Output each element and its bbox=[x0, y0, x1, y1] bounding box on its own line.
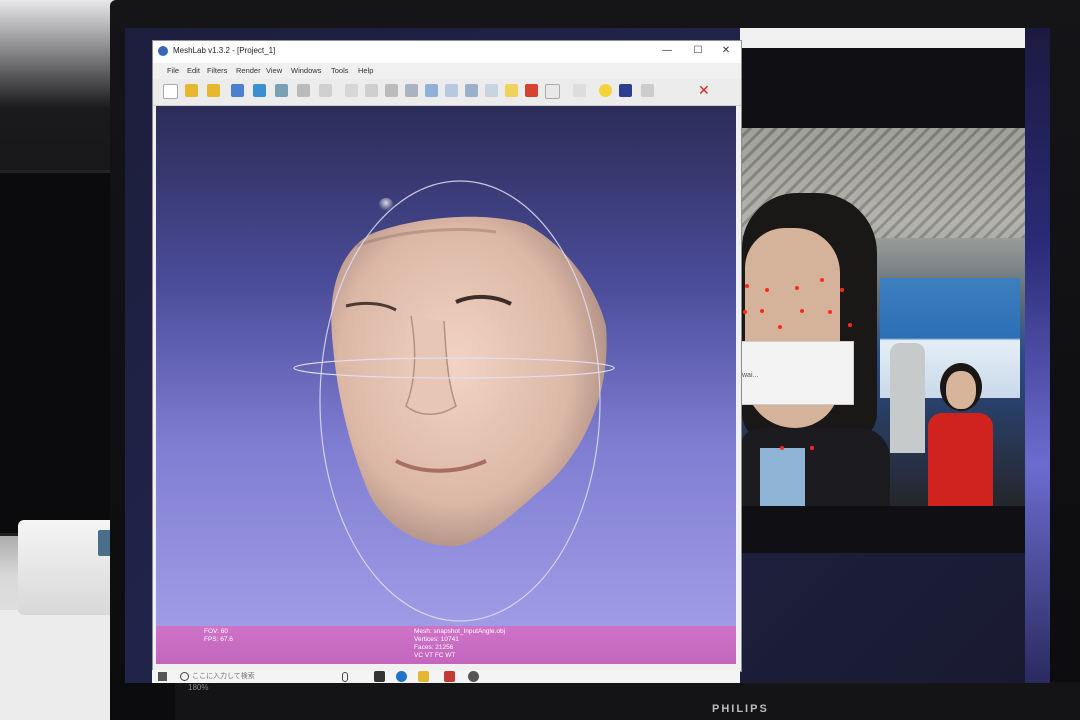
landmark-dot bbox=[765, 288, 769, 292]
close-button[interactable]: ✕ bbox=[717, 44, 735, 58]
monitor-bottom-bezel bbox=[175, 682, 1080, 720]
monitor-screen: wai... MeshLab v1.3.2 - [Project_1] — ☐ … bbox=[125, 28, 1050, 683]
menu-filters[interactable]: Filters bbox=[207, 66, 227, 75]
landmark-dot bbox=[795, 286, 799, 290]
subject-shirt bbox=[760, 448, 805, 506]
bbox-icon[interactable] bbox=[345, 84, 358, 97]
paint-icon[interactable] bbox=[619, 84, 632, 97]
landmark-dot bbox=[743, 310, 747, 314]
landmark-dot bbox=[840, 288, 844, 292]
toolbar: ✕ bbox=[153, 79, 741, 106]
reload-icon[interactable] bbox=[231, 84, 244, 97]
select-faces-icon[interactable] bbox=[545, 84, 560, 99]
camera-preview bbox=[740, 128, 1025, 506]
wireframe-icon[interactable] bbox=[385, 84, 398, 97]
menu-windows[interactable]: Windows bbox=[291, 66, 321, 75]
landmark-dot bbox=[820, 278, 824, 282]
search-icon[interactable] bbox=[180, 672, 189, 681]
landmark-dot bbox=[778, 325, 782, 329]
landmark-dot bbox=[745, 284, 749, 288]
landmark-dot bbox=[828, 310, 832, 314]
progress-dialog[interactable]: wai... bbox=[737, 341, 854, 405]
align-icon[interactable] bbox=[641, 84, 654, 97]
edge-browser-icon[interactable] bbox=[396, 671, 407, 682]
file-explorer-icon[interactable] bbox=[418, 671, 429, 682]
mesh-name-label: Mesh: snapshot_InputAngle.obj bbox=[414, 628, 506, 635]
lighting-icon[interactable] bbox=[485, 84, 498, 97]
faces-label: Faces: 21256 bbox=[414, 644, 454, 651]
menu-edit[interactable]: Edit bbox=[187, 66, 200, 75]
menu-help[interactable]: Help bbox=[358, 66, 373, 75]
menu-view[interactable]: View bbox=[266, 66, 282, 75]
delete-icon[interactable]: ✕ bbox=[698, 83, 711, 97]
info-bar: FOV: 60 FPS: 67.6 Mesh: snapshot_InputAn… bbox=[156, 626, 736, 664]
vertices-label: Vertices: 10741 bbox=[414, 636, 459, 643]
window-title: MeshLab v1.3.2 - [Project_1] bbox=[173, 46, 276, 55]
texture-icon[interactable] bbox=[465, 84, 478, 97]
windows-start-icon[interactable] bbox=[158, 672, 167, 681]
viewport-canvas[interactable] bbox=[156, 106, 736, 626]
taskbar-search-input[interactable] bbox=[192, 671, 332, 682]
meshlab-window: MeshLab v1.3.2 - [Project_1] — ☐ ✕ File … bbox=[152, 40, 742, 672]
task-view-icon[interactable] bbox=[374, 671, 385, 682]
menu-bar: File Edit Filters Render View Windows To… bbox=[153, 63, 741, 79]
maximize-button[interactable]: ☐ bbox=[689, 44, 707, 58]
landmark-dot bbox=[810, 446, 814, 450]
new-project-icon[interactable] bbox=[163, 84, 178, 99]
3d-viewport[interactable] bbox=[156, 106, 736, 626]
desktop-wallpaper-strip bbox=[1025, 28, 1050, 683]
dialog-text: wai... bbox=[742, 372, 759, 379]
render-flags-label: VC VT FC WT bbox=[414, 652, 456, 659]
snapshot-icon[interactable] bbox=[275, 84, 288, 97]
landmark-dot bbox=[848, 323, 852, 327]
minimize-button[interactable]: — bbox=[658, 44, 676, 58]
meshlab-taskbar-icon[interactable] bbox=[468, 671, 479, 682]
import-mesh-icon[interactable] bbox=[207, 84, 220, 97]
bezel-tag: 180% bbox=[188, 683, 209, 692]
annotation-icon[interactable] bbox=[599, 84, 612, 97]
menu-file[interactable]: File bbox=[167, 66, 179, 75]
woman-in-red bbox=[928, 363, 993, 506]
open-project-icon[interactable] bbox=[185, 84, 198, 97]
taskbar bbox=[152, 670, 740, 683]
menu-render[interactable]: Render bbox=[236, 66, 261, 75]
background-window-titlebar bbox=[740, 28, 1040, 48]
measure-icon[interactable] bbox=[573, 84, 586, 97]
points-icon[interactable] bbox=[365, 84, 378, 97]
color-icon[interactable] bbox=[525, 84, 538, 97]
microphone-icon[interactable] bbox=[342, 672, 348, 682]
ceiling-light-reflection bbox=[378, 198, 394, 214]
flat-shading-icon[interactable] bbox=[425, 84, 438, 97]
trackball-icon[interactable] bbox=[319, 84, 332, 97]
title-bar[interactable]: MeshLab v1.3.2 - [Project_1] — ☐ ✕ bbox=[153, 41, 741, 63]
face-mesh[interactable] bbox=[331, 216, 607, 547]
meshlab-app-icon bbox=[158, 46, 168, 56]
light-bulb-icon[interactable] bbox=[505, 84, 518, 97]
fov-label: FOV: 60 bbox=[204, 628, 228, 635]
hidden-lines-icon[interactable] bbox=[405, 84, 418, 97]
smooth-shading-icon[interactable] bbox=[445, 84, 458, 97]
landmark-dot bbox=[800, 309, 804, 313]
fps-label: FPS: 67.6 bbox=[204, 636, 233, 643]
layer-icon[interactable] bbox=[297, 84, 310, 97]
landmark-dot bbox=[780, 446, 784, 450]
monitor-brand-logo: PHILIPS bbox=[712, 703, 769, 715]
landmark-dot bbox=[760, 309, 764, 313]
menu-tools[interactable]: Tools bbox=[331, 66, 349, 75]
save-icon[interactable] bbox=[253, 84, 266, 97]
app-icon[interactable] bbox=[444, 671, 455, 682]
background-person bbox=[890, 343, 925, 453]
